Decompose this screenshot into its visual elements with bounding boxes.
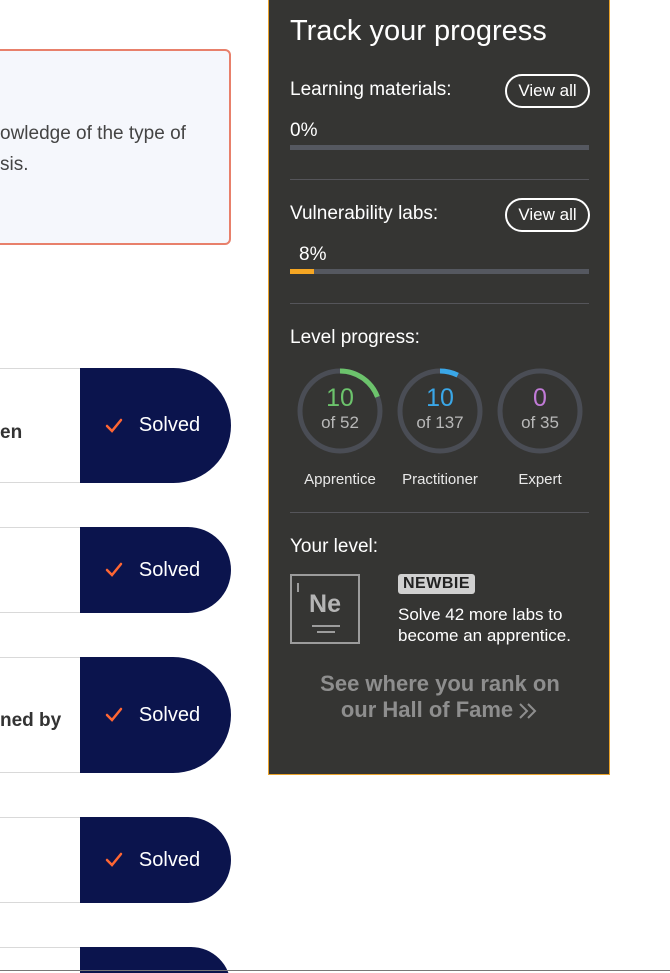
level-tag: NEWBIE [398,574,475,594]
lab-row[interactable]: Solved [0,527,231,613]
check-icon [105,852,123,867]
practitioner-ring: 10 of 137 [396,367,484,455]
level-element-icon: Ne [290,574,360,644]
level-progress-label: Level progress: [290,327,420,348]
double-chevron-right-icon [519,703,537,719]
lab-row[interactable]: Solved [0,817,231,903]
learning-progress-bar [290,145,589,150]
solved-badge[interactable]: Solved [80,527,231,613]
check-icon [105,562,123,577]
lab-description-text: owledge of the type of sis. [0,123,186,175]
level-description: Solve 42 more labs to become an apprenti… [398,605,571,645]
hall-of-fame-link[interactable]: See where you rank on our Hall of Fame [309,671,571,723]
solved-badge[interactable]: Solved [80,657,231,773]
expert-count: 0 [533,384,547,412]
solved-label: Solved [138,558,201,581]
your-level-label: Your level: [290,536,379,557]
lab-row[interactable]: en Solved [0,368,231,483]
apprentice-ring: 10 of 52 [296,367,384,455]
practitioner-total: of 137 [416,413,464,432]
labs-view-all-button[interactable]: View all [505,198,590,232]
page-edge [0,970,670,971]
solved-label: Solved [138,703,201,726]
level-symbol: Ne [309,590,341,618]
labs-percent: 8% [299,244,327,265]
learning-materials-label: Learning materials: [290,79,452,100]
learning-percent: 0% [290,120,318,141]
progress-title: Track your progress [290,15,547,47]
solved-badge[interactable]: Solved [80,817,231,903]
divider [290,512,589,513]
expert-label: Expert [518,471,562,488]
solved-badge[interactable]: Solved [80,368,231,483]
apprentice-count: 10 [326,384,354,412]
progress-panel: Track your progress Learning materials: … [268,0,610,775]
learning-view-all-button[interactable]: View all [505,74,590,108]
lab-title[interactable]: ned by [0,710,61,732]
labs-progress-fill [290,269,314,274]
divider [290,303,589,304]
check-icon [105,707,123,722]
solved-label: Solved [138,414,201,436]
expert-ring: 0 of 35 [496,367,584,455]
apprentice-total: of 52 [321,413,359,432]
apprentice-label: Apprentice [304,471,376,488]
expert-total: of 35 [521,413,559,432]
practitioner-label: Practitioner [402,471,478,488]
lab-title[interactable]: en [0,422,22,444]
labs-progress-bar [290,269,589,274]
check-icon [105,418,123,433]
vulnerability-labs-label: Vulnerability labs: [290,203,439,224]
divider [290,179,589,180]
solved-label: Solved [138,848,201,871]
practitioner-count: 10 [426,384,454,412]
lab-row[interactable]: ned by Solved [0,657,231,773]
